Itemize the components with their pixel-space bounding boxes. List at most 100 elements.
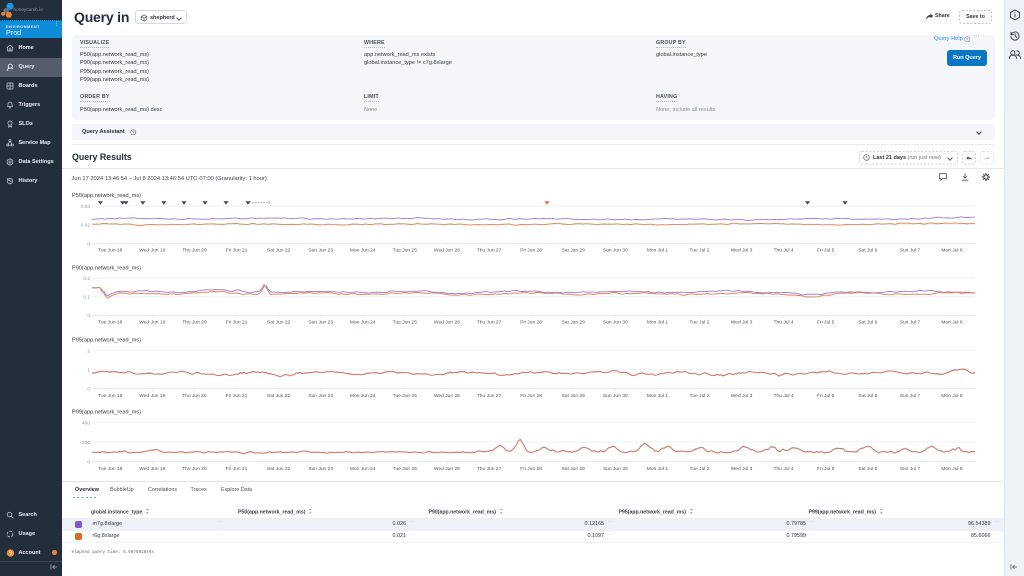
svg-text:Mon Jul 8: Mon Jul 8 xyxy=(941,320,962,326)
svg-text:Thu Jun 27: Thu Jun 27 xyxy=(477,393,502,399)
svg-text:Fri Jul 5: Fri Jul 5 xyxy=(817,466,835,472)
svg-text:Wed Jun 26: Wed Jun 26 xyxy=(434,320,460,326)
svg-text:Fri Jun 28: Fri Jun 28 xyxy=(520,320,542,326)
svg-text:0.1: 0.1 xyxy=(83,295,90,301)
svg-text:Mon Jul 8: Mon Jul 8 xyxy=(941,466,962,472)
svg-text:Wed Jul 3: Wed Jul 3 xyxy=(731,248,753,254)
svg-text:Tue Jul 2: Tue Jul 2 xyxy=(690,466,710,472)
svg-text:Wed Jul 3: Wed Jul 3 xyxy=(731,393,753,399)
svg-text:Mon Jul 1: Mon Jul 1 xyxy=(647,320,668,326)
svg-text:Fri Jun 21: Fri Jun 21 xyxy=(226,320,248,326)
svg-text:Fri Jul 5: Fri Jul 5 xyxy=(817,320,835,326)
svg-text:Thu Jun 27: Thu Jun 27 xyxy=(477,248,502,254)
svg-text:Thu Jul 4: Thu Jul 4 xyxy=(774,393,794,399)
svg-text:Sun Jul 7: Sun Jul 7 xyxy=(900,320,921,326)
svg-text:Sun Jun 23: Sun Jun 23 xyxy=(308,393,333,399)
svg-text:Mon Jul 8: Mon Jul 8 xyxy=(941,248,962,254)
svg-text:200: 200 xyxy=(82,440,90,446)
svg-text:0.04: 0.04 xyxy=(81,204,91,210)
svg-text:Sat Jun 29: Sat Jun 29 xyxy=(562,320,586,326)
svg-text:P90(app.network_read_ms): P90(app.network_read_ms) xyxy=(72,266,141,272)
svg-text:Tue Jun 25: Tue Jun 25 xyxy=(393,320,418,326)
svg-text:Sat Jun 29: Sat Jun 29 xyxy=(562,248,586,254)
svg-text:Sun Jul 7: Sun Jul 7 xyxy=(900,393,921,399)
svg-text:Fri Jun 21: Fri Jun 21 xyxy=(226,248,248,254)
svg-text:Sat Jul 6: Sat Jul 6 xyxy=(858,393,877,399)
svg-text:Wed Jul 3: Wed Jul 3 xyxy=(731,320,753,326)
svg-text:Sat Jun 22: Sat Jun 22 xyxy=(267,248,291,254)
svg-text:Mon Jun 24: Mon Jun 24 xyxy=(350,466,376,472)
svg-text:Wed Jun 26: Wed Jun 26 xyxy=(434,466,460,472)
svg-text:Sun Jul 7: Sun Jul 7 xyxy=(900,466,921,472)
svg-text:Thu Jun 27: Thu Jun 27 xyxy=(477,466,502,472)
svg-text:Thu Jul 4: Thu Jul 4 xyxy=(774,320,794,326)
svg-text:0.02: 0.02 xyxy=(81,223,91,229)
svg-text:Sat Jun 22: Sat Jun 22 xyxy=(267,393,291,399)
svg-text:P50(app.network_read_ms): P50(app.network_read_ms) xyxy=(72,193,141,199)
svg-text:Thu Jun 20: Thu Jun 20 xyxy=(182,466,207,472)
svg-text:P95(app.network_read_ms): P95(app.network_read_ms) xyxy=(72,338,141,344)
svg-text:0.2: 0.2 xyxy=(83,276,90,282)
svg-text:Mon Jul 8: Mon Jul 8 xyxy=(941,393,962,399)
svg-text:Tue Jun 18: Tue Jun 18 xyxy=(98,248,123,254)
svg-text:Sun Jun 30: Sun Jun 30 xyxy=(603,248,628,254)
svg-text:Tue Jul 2: Tue Jul 2 xyxy=(690,320,710,326)
svg-text:0: 0 xyxy=(87,386,90,392)
svg-text:400: 400 xyxy=(82,420,90,426)
svg-text:Mon Jul 1: Mon Jul 1 xyxy=(647,466,668,472)
svg-text:Thu Jul 4: Thu Jul 4 xyxy=(774,466,794,472)
svg-text:Mon Jul 1: Mon Jul 1 xyxy=(647,248,668,254)
svg-text:Wed Jun 26: Wed Jun 26 xyxy=(434,248,460,254)
svg-text:Fri Jul 5: Fri Jul 5 xyxy=(817,248,835,254)
svg-text:Tue Jun 25: Tue Jun 25 xyxy=(393,393,418,399)
svg-text:Mon Jul 1: Mon Jul 1 xyxy=(647,393,668,399)
svg-text:2: 2 xyxy=(87,348,90,354)
svg-text:P99(app.network_read_ms): P99(app.network_read_ms) xyxy=(72,410,141,416)
svg-text:Thu Jun 27: Thu Jun 27 xyxy=(477,320,502,326)
svg-text:Thu Jul 4: Thu Jul 4 xyxy=(774,248,794,254)
svg-text:Sun Jun 30: Sun Jun 30 xyxy=(603,466,628,472)
svg-text:Wed Jun 26: Wed Jun 26 xyxy=(434,393,460,399)
svg-text:Sat Jul 6: Sat Jul 6 xyxy=(858,248,877,254)
svg-text:Thu Jun 20: Thu Jun 20 xyxy=(182,320,207,326)
svg-text:Fri Jun 21: Fri Jun 21 xyxy=(226,393,248,399)
svg-text:Sun Jun 23: Sun Jun 23 xyxy=(308,466,333,472)
svg-text:Mon Jun 24: Mon Jun 24 xyxy=(350,393,376,399)
svg-text:0: 0 xyxy=(87,459,90,465)
svg-text:Sat Jul 6: Sat Jul 6 xyxy=(858,466,877,472)
svg-text:Tue Jun 25: Tue Jun 25 xyxy=(393,466,418,472)
svg-text:Sun Jun 23: Sun Jun 23 xyxy=(308,248,333,254)
svg-text:Tue Jun 25: Tue Jun 25 xyxy=(393,248,418,254)
svg-text:0: 0 xyxy=(87,313,90,319)
svg-text:Sun Jun 23: Sun Jun 23 xyxy=(308,320,333,326)
svg-text:Sun Jun 30: Sun Jun 30 xyxy=(603,393,628,399)
svg-text:Sat Jun 22: Sat Jun 22 xyxy=(267,466,291,472)
svg-text:Sat Jun 22: Sat Jun 22 xyxy=(267,320,291,326)
svg-text:Fri Jun 28: Fri Jun 28 xyxy=(520,393,542,399)
svg-text:0: 0 xyxy=(87,241,90,247)
svg-text:Wed Jun 19: Wed Jun 19 xyxy=(139,466,165,472)
svg-text:Fri Jun 28: Fri Jun 28 xyxy=(520,466,542,472)
svg-text:Mon Jun 24: Mon Jun 24 xyxy=(350,248,376,254)
svg-text:Sat Jul 6: Sat Jul 6 xyxy=(858,320,877,326)
svg-text:Tue Jun 18: Tue Jun 18 xyxy=(98,393,123,399)
svg-text:Sun Jun 30: Sun Jun 30 xyxy=(603,320,628,326)
svg-text:Thu Jun 20: Thu Jun 20 xyxy=(182,248,207,254)
svg-text:Wed Jul 3: Wed Jul 3 xyxy=(731,466,753,472)
svg-text:Wed Jun 19: Wed Jun 19 xyxy=(139,393,165,399)
svg-text:Fri Jun 28: Fri Jun 28 xyxy=(520,248,542,254)
svg-text:Fri Jun 21: Fri Jun 21 xyxy=(226,466,248,472)
svg-text:Sat Jun 29: Sat Jun 29 xyxy=(562,393,586,399)
svg-text:Fri Jul 5: Fri Jul 5 xyxy=(817,393,835,399)
svg-text:Sun Jul 7: Sun Jul 7 xyxy=(900,248,921,254)
svg-text:Tue Jun 18: Tue Jun 18 xyxy=(98,466,123,472)
svg-text:Wed Jun 19: Wed Jun 19 xyxy=(139,320,165,326)
svg-text:Mon Jun 24: Mon Jun 24 xyxy=(350,320,376,326)
svg-text:Tue Jul 2: Tue Jul 2 xyxy=(690,248,710,254)
svg-text:Tue Jun 18: Tue Jun 18 xyxy=(98,320,123,326)
svg-text:Wed Jun 19: Wed Jun 19 xyxy=(139,248,165,254)
svg-text:Sat Jun 29: Sat Jun 29 xyxy=(562,466,586,472)
svg-text:1: 1 xyxy=(87,367,90,373)
svg-text:Tue Jul 2: Tue Jul 2 xyxy=(690,393,710,399)
svg-text:Thu Jun 20: Thu Jun 20 xyxy=(182,393,207,399)
